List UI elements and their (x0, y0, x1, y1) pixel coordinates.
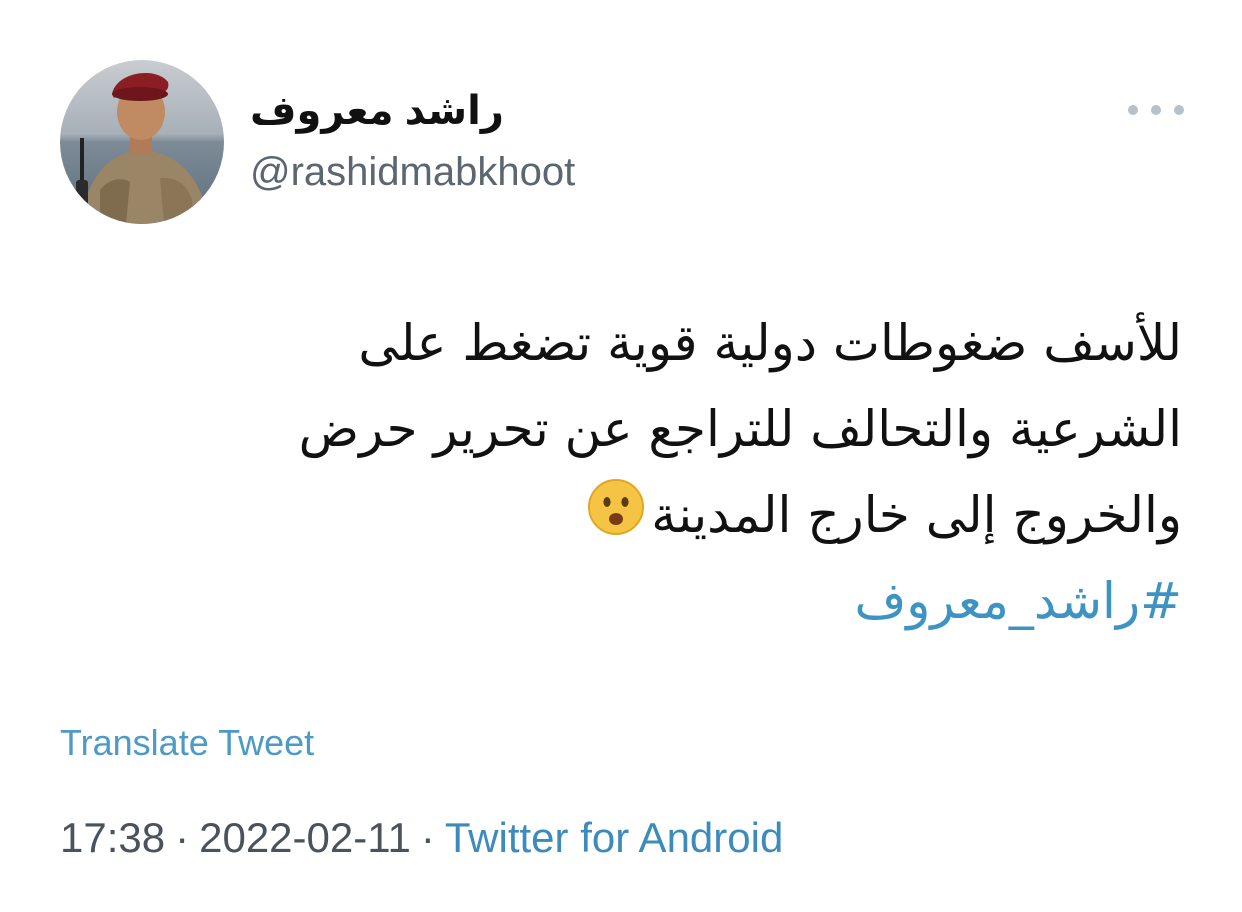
hashtag-link[interactable]: #راشد_معروف (854, 566, 1182, 636)
ellipsis-icon (1174, 105, 1184, 115)
tweet-text-line: الشرعية والتحالف للتراجع عن تحرير حرض (298, 400, 1182, 458)
avatar[interactable] (60, 60, 224, 224)
display-name[interactable]: راشد معروف (250, 88, 504, 134)
profile-photo-icon (60, 60, 224, 224)
tweet-metadata: 17:38 · 2022-02-11 · Twitter for Android (60, 814, 783, 862)
tweet-text-line-content: والخروج إلى خارج المدينة (651, 486, 1182, 544)
tweet-date: 2022-02-11 (199, 814, 411, 861)
translate-tweet-link[interactable]: Translate Tweet (60, 722, 314, 764)
tweet-text: للأسف ضغوطات دولية قوية تضغط على الشرعية… (82, 300, 1182, 562)
tweet-text-line: والخروج إلى خارج المدينة (82, 472, 1182, 562)
tweet-time: 17:38 (60, 814, 166, 861)
ellipsis-icon (1128, 105, 1138, 115)
anguished-face-emoji (587, 476, 645, 562)
ellipsis-icon (1151, 105, 1161, 115)
user-handle[interactable]: @rashidmabkhoot (250, 150, 575, 195)
tweet-source-link[interactable]: Twitter for Android (445, 814, 783, 861)
more-options-button[interactable] (1128, 96, 1184, 124)
tweet-text-line: للأسف ضغوطات دولية قوية تضغط على (358, 314, 1182, 372)
tweet-card: راشد معروف @rashidmabkhoot للأسف ضغوطات … (0, 0, 1242, 912)
meta-separator: · (420, 814, 435, 861)
meta-separator: · (175, 814, 190, 861)
